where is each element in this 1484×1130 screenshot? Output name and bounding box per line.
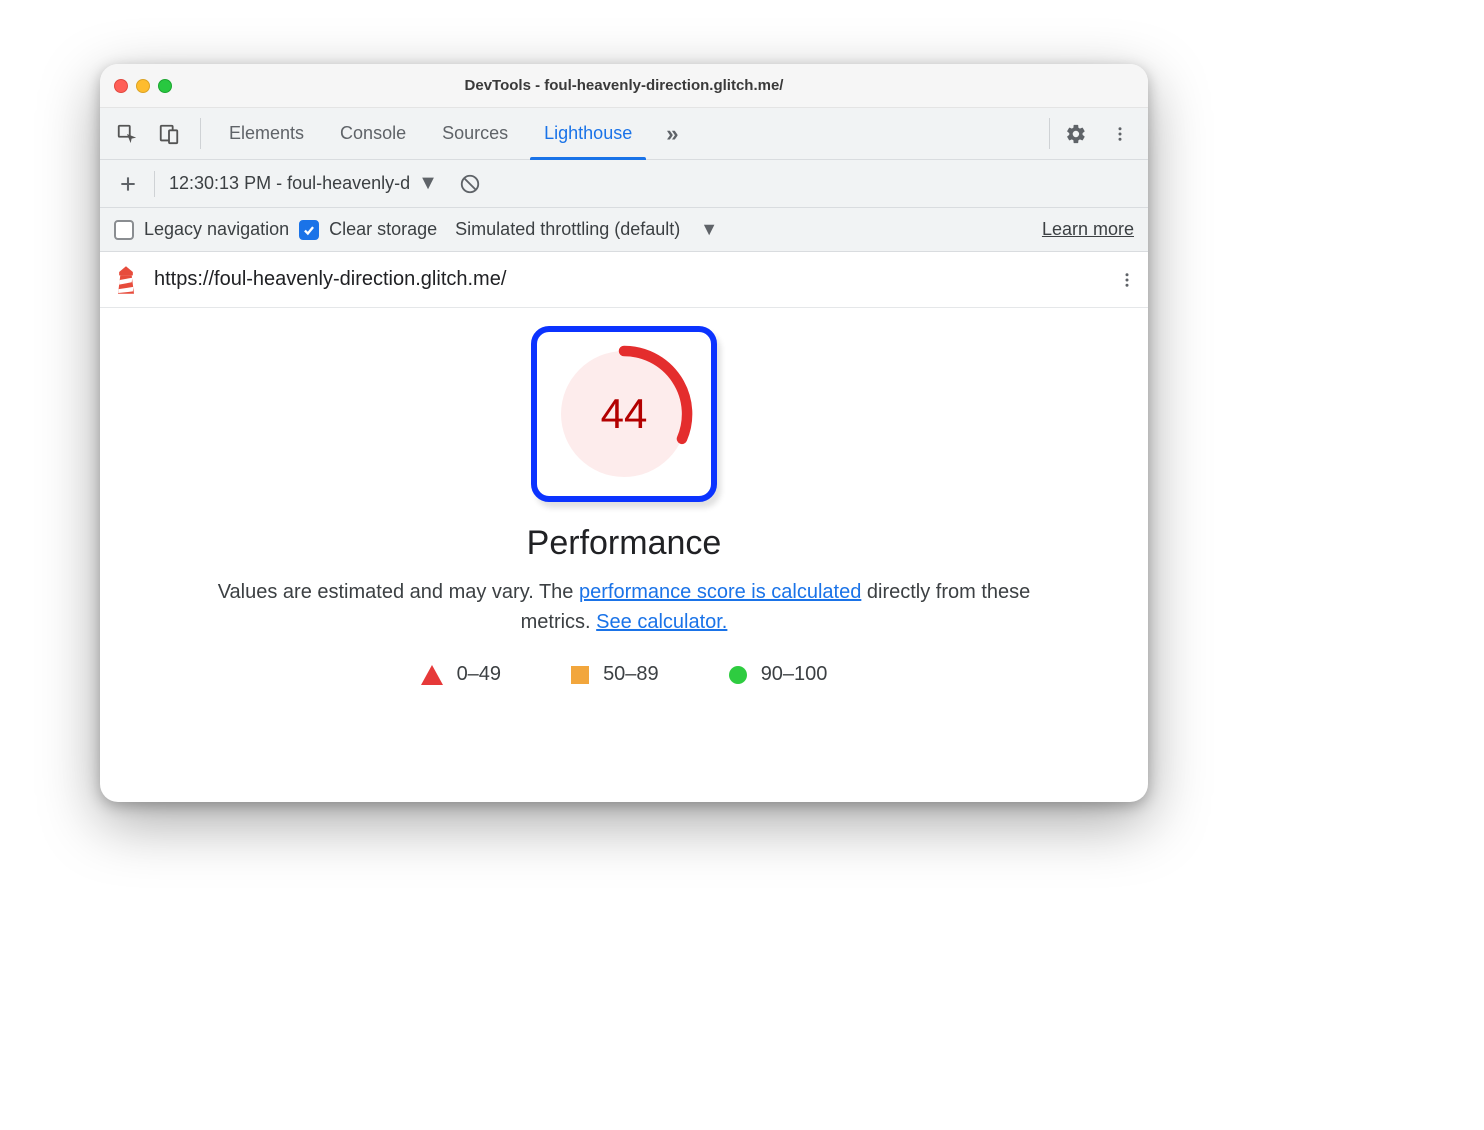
close-window-button[interactable] — [114, 79, 128, 93]
legacy-navigation-label: Legacy navigation — [144, 219, 289, 240]
legend-good-label: 90–100 — [761, 663, 828, 686]
settings-icon[interactable] — [1054, 108, 1098, 159]
separator — [154, 171, 155, 197]
circle-icon — [729, 666, 747, 684]
report-select[interactable]: 12:30:13 PM - foul-heavenly-d ▼ — [163, 172, 444, 195]
inspect-element-icon[interactable] — [106, 108, 148, 159]
tabs-list: Elements Console Sources Lighthouse » — [205, 108, 1039, 159]
calculator-link[interactable]: See calculator. — [596, 611, 727, 633]
category-title: Performance — [527, 524, 722, 563]
legend-bad-label: 0–49 — [457, 663, 502, 686]
separator — [200, 118, 201, 149]
separator — [1049, 118, 1050, 149]
report-menu-icon[interactable] — [1118, 269, 1136, 291]
triangle-icon — [421, 665, 443, 685]
report-urlbar: https://foul-heavenly-direction.glitch.m… — [100, 252, 1148, 308]
report-select-label: 12:30:13 PM - foul-heavenly-d — [169, 173, 410, 194]
desc-text-1: Values are estimated and may vary. The — [218, 581, 579, 603]
tab-console[interactable]: Console — [322, 108, 424, 159]
performance-gauge: 44 — [554, 344, 694, 484]
minimize-window-button[interactable] — [136, 79, 150, 93]
report-url: https://foul-heavenly-direction.glitch.m… — [154, 268, 506, 291]
tab-elements[interactable]: Elements — [211, 108, 322, 159]
clear-all-icon[interactable] — [452, 166, 488, 202]
titlebar: DevTools - foul-heavenly-direction.glitc… — [100, 64, 1148, 108]
device-toolbar-icon[interactable] — [148, 108, 190, 159]
score-legend: 0–49 50–89 90–100 — [421, 663, 828, 686]
new-report-button[interactable] — [110, 166, 146, 202]
legend-mid-label: 50–89 — [603, 663, 659, 686]
options-bar: Legacy navigation Clear storage Simulate… — [100, 208, 1148, 252]
chevron-down-icon[interactable]: ▼ — [700, 219, 718, 240]
chevron-down-icon: ▼ — [418, 172, 438, 195]
legend-mid: 50–89 — [571, 663, 659, 686]
performance-score: 44 — [554, 344, 694, 484]
clear-storage-label: Clear storage — [329, 219, 437, 240]
window-title: DevTools - foul-heavenly-direction.glitc… — [100, 77, 1148, 94]
legacy-navigation-checkbox[interactable] — [114, 220, 134, 240]
report-body: 44 Performance Values are estimated and … — [100, 308, 1148, 802]
more-tabs-button[interactable]: » — [650, 108, 694, 159]
fullscreen-window-button[interactable] — [158, 79, 172, 93]
tab-sources[interactable]: Sources — [424, 108, 526, 159]
score-calc-link[interactable]: performance score is calculated — [579, 581, 861, 603]
legend-good: 90–100 — [729, 663, 828, 686]
traffic-lights — [114, 79, 172, 93]
throttling-label: Simulated throttling (default) — [455, 219, 680, 240]
lighthouse-logo-icon — [112, 264, 140, 296]
devtools-window: DevTools - foul-heavenly-direction.glitc… — [100, 64, 1148, 802]
devtools-tabbar: Elements Console Sources Lighthouse » — [100, 108, 1148, 160]
learn-more-link[interactable]: Learn more — [1042, 219, 1134, 240]
lighthouse-subbar: 12:30:13 PM - foul-heavenly-d ▼ — [100, 160, 1148, 208]
square-icon — [571, 666, 589, 684]
score-highlight-frame: 44 — [531, 326, 717, 502]
clear-storage-checkbox[interactable] — [299, 220, 319, 240]
kebab-menu-icon[interactable] — [1098, 108, 1142, 159]
legend-bad: 0–49 — [421, 663, 502, 686]
tab-lighthouse[interactable]: Lighthouse — [526, 108, 650, 159]
category-description: Values are estimated and may vary. The p… — [214, 577, 1034, 637]
